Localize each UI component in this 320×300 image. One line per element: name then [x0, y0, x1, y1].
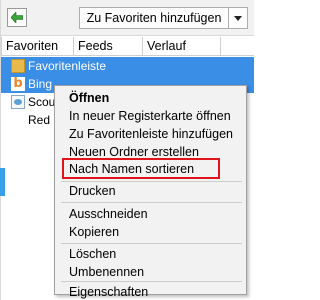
page-icon: [11, 95, 25, 109]
menu-separator: [61, 243, 242, 244]
left-edge-tab: [0, 168, 5, 196]
menu-item-rename[interactable]: Umbenennen: [55, 263, 246, 281]
tab-feeds[interactable]: Feeds: [74, 37, 143, 56]
add-favorites-dropdown-button[interactable]: [228, 7, 248, 29]
tree-item-label: Bing: [28, 77, 53, 91]
menu-item-delete[interactable]: Löschen: [55, 245, 246, 263]
tab-verlauf[interactable]: Verlauf: [143, 37, 221, 56]
folder-icon: [11, 59, 25, 73]
context-menu: Öffnen In neuer Registerkarte öffnen Zu …: [54, 85, 247, 299]
menu-item-copy[interactable]: Kopieren: [55, 223, 246, 241]
triangle-down-icon: [234, 15, 242, 21]
tree-item-label: Scou: [28, 95, 56, 109]
highlight-box: [62, 158, 220, 179]
tree-item-favoritenleiste[interactable]: Favoritenleiste: [1, 57, 254, 75]
menu-separator: [61, 281, 242, 282]
menu-item-print[interactable]: Drucken: [55, 182, 246, 200]
add-to-favorites-button[interactable]: Zu Favoriten hinzufügen: [79, 7, 229, 29]
bing-icon: b: [11, 77, 25, 91]
menu-item-properties[interactable]: Eigenschaften: [55, 283, 246, 300]
favorites-tab-strip: Favoriten Feeds Verlauf: [1, 37, 254, 56]
tree-item-label: Favoritenleiste: [28, 59, 107, 73]
menu-item-add-to-favorites-bar[interactable]: Zu Favoritenleiste hinzufügen: [55, 125, 246, 143]
pin-favorites-button[interactable]: [7, 8, 27, 27]
menu-item-open[interactable]: Öffnen: [55, 89, 246, 107]
menu-item-open-new-tab[interactable]: In neuer Registerkarte öffnen: [55, 107, 246, 125]
menu-item-cut[interactable]: Ausschneiden: [55, 205, 246, 223]
menu-separator: [61, 202, 242, 203]
favorites-toolbar: Zu Favoriten hinzufügen: [1, 0, 254, 36]
green-arrow-icon: [11, 12, 23, 23]
tree-item-label: Red: [28, 113, 51, 127]
tab-favoriten[interactable]: Favoriten: [1, 37, 74, 56]
